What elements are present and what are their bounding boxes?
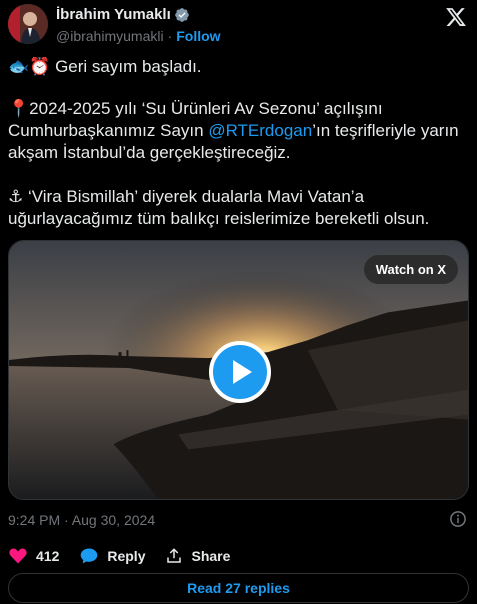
author-handle-row: @ibrahimyumakli · Follow (56, 28, 221, 44)
share-button[interactable]: Share (165, 547, 230, 565)
post-para3: ‘Vira Bismillah’ diyerek dualarla Mavi V… (8, 187, 430, 228)
video-player[interactable]: Watch on X (8, 240, 469, 500)
post-text-para3: ⚓ ‘Vira Bismillah’ diyerek dualarla Mavi… (8, 186, 469, 230)
follow-button[interactable]: Follow (176, 28, 220, 44)
info-icon[interactable] (449, 510, 467, 528)
watch-on-x-button[interactable]: Watch on X (363, 255, 458, 284)
post-timestamp[interactable]: 9:24 PM · Aug 30, 2024 (8, 512, 155, 528)
reply-label: Reply (107, 548, 146, 564)
x-logo-icon[interactable] (445, 6, 467, 28)
post-text-line1: 🐟⏰ Geri sayım başladı. (8, 56, 469, 78)
share-label: Share (191, 548, 231, 564)
reply-bubble-icon (81, 548, 98, 564)
play-icon (233, 360, 252, 384)
post-text-para2: 📍2024-2025 yılı ‘Su Ürünleri Av Sezonu’ … (8, 98, 469, 164)
read-replies-button[interactable]: Read 27 replies (8, 573, 469, 603)
post-line1: Geri sayım başladı. (55, 57, 202, 76)
verified-badge-icon (174, 7, 189, 22)
like-count: 412 (36, 548, 60, 564)
mention-link[interactable]: @RTErdogan (208, 121, 312, 140)
fish-clock-emoji: 🐟⏰ (8, 57, 51, 77)
play-button[interactable] (209, 341, 271, 403)
heart-icon (9, 548, 27, 564)
pin-emoji: 📍 (8, 99, 30, 119)
action-bar: 412 Reply Share (8, 545, 230, 567)
avatar[interactable] (8, 4, 48, 44)
author-name[interactable]: İbrahim Yumaklı (56, 6, 171, 23)
anchor-emoji: ⚓ (8, 187, 24, 207)
like-button[interactable]: 412 (8, 546, 59, 566)
author-handle[interactable]: @ibrahimyumakli (56, 28, 164, 44)
post-header: İbrahim Yumaklı @ibrahimyumakli · Follow (8, 4, 469, 46)
reply-button[interactable]: Reply (79, 546, 145, 566)
share-icon (167, 548, 182, 563)
post-card: İbrahim Yumaklı @ibrahimyumakli · Follow… (0, 0, 477, 604)
separator-dot: · (167, 28, 173, 44)
author-name-row: İbrahim Yumaklı (56, 6, 190, 23)
